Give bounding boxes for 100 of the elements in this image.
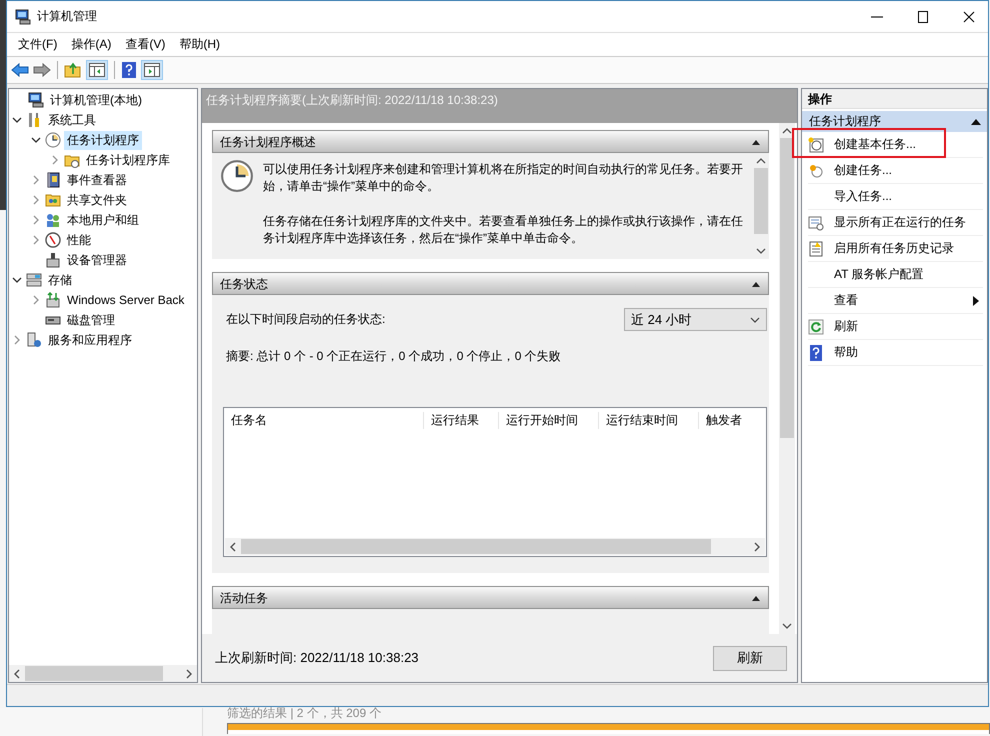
folder-up-icon[interactable] bbox=[64, 62, 82, 78]
description-text: 可以使用任务计划程序来创建和管理计算机将在所指定的时间自动执行的常见任务。若要开始，请单击“操作”菜单中的命令。 bbox=[263, 161, 743, 195]
expand-chevron-icon[interactable] bbox=[31, 215, 41, 225]
help-icon[interactable] bbox=[121, 61, 137, 79]
device-icon bbox=[45, 252, 61, 268]
collapse-triangle-icon[interactable] bbox=[752, 282, 760, 287]
action-link[interactable]: 刷新 bbox=[834, 318, 858, 335]
action-link[interactable]: 创建任务... bbox=[834, 162, 892, 179]
tree-item[interactable]: 系统工具 bbox=[45, 110, 99, 130]
expand-chevron-icon[interactable] bbox=[31, 295, 41, 305]
close-icon[interactable] bbox=[962, 10, 976, 24]
expand-chevron-icon[interactable] bbox=[31, 235, 41, 245]
scroll-right-icon[interactable] bbox=[185, 668, 193, 678]
scroll-down-icon[interactable] bbox=[782, 622, 792, 630]
collapse-triangle-icon[interactable] bbox=[971, 118, 981, 124]
expand-chevron-icon[interactable] bbox=[50, 155, 60, 165]
maximize-icon[interactable] bbox=[916, 10, 930, 24]
tree-item[interactable]: 本地用户和组 bbox=[64, 210, 142, 230]
refresh-icon bbox=[808, 318, 824, 334]
menu-item[interactable]: 文件(F) bbox=[11, 36, 64, 53]
backup-icon bbox=[45, 292, 61, 308]
description-text: 任务存储在任务计划程序库的文件夹中。若要查看单独任务上的操作或执行该操作，请在任务计划程序库中选择该任务，然后在“操作”菜单中单击命令。 bbox=[263, 213, 743, 247]
scroll-left-icon[interactable] bbox=[13, 668, 21, 678]
collapse-triangle-icon[interactable] bbox=[752, 596, 760, 601]
period-dropdown[interactable]: 近 24 小时 bbox=[624, 308, 767, 331]
server-gear-icon bbox=[26, 332, 42, 348]
scroll-up-icon[interactable] bbox=[782, 127, 792, 135]
scroll-left-icon[interactable] bbox=[229, 542, 237, 552]
action-link[interactable]: 导入任务... bbox=[834, 188, 892, 205]
scroll-up-icon[interactable] bbox=[756, 157, 766, 165]
tree-item[interactable]: 服务和应用程序 bbox=[45, 330, 135, 350]
tree-item[interactable]: 共享文件夹 bbox=[64, 190, 130, 210]
list-icon bbox=[808, 214, 824, 230]
tree-item[interactable]: Windows Server Back bbox=[64, 292, 188, 308]
column-header[interactable]: 运行结束时间 bbox=[599, 412, 699, 429]
action-link[interactable]: 启用所有任务历史记录 bbox=[834, 240, 954, 257]
tree-item[interactable]: 事件查看器 bbox=[64, 170, 130, 190]
summary-text: 摘要: 总计 0 个 - 0 个正在运行，0 个成功，0 个停止，0 个失败 bbox=[226, 348, 562, 365]
expand-chevron-icon[interactable] bbox=[31, 195, 41, 205]
show-hide-action-pane-button[interactable] bbox=[141, 60, 163, 80]
log-icon bbox=[808, 240, 824, 256]
refresh-button[interactable]: 刷新 bbox=[713, 646, 787, 670]
back-arrow-icon[interactable] bbox=[11, 62, 29, 78]
forward-arrow-icon[interactable] bbox=[33, 62, 51, 78]
expand-chevron-icon[interactable] bbox=[12, 335, 22, 345]
show-hide-tree-button[interactable] bbox=[86, 60, 108, 80]
shared-folder-icon bbox=[45, 192, 61, 208]
menu-item[interactable]: 帮助(H) bbox=[172, 36, 227, 53]
filter-result-text: 筛选的结果 | 2 个，共 209 个 bbox=[227, 707, 382, 719]
submenu-arrow-icon bbox=[973, 296, 979, 306]
action-link[interactable]: 帮助 bbox=[834, 344, 858, 361]
period-label: 在以下时间段启动的任务状态: bbox=[226, 311, 386, 328]
computer-icon bbox=[15, 8, 31, 24]
users-icon bbox=[45, 212, 61, 228]
tree-item[interactable]: 设备管理器 bbox=[64, 250, 130, 270]
window-title: 计算机管理 bbox=[37, 8, 97, 25]
tree-item[interactable]: 任务计划程序 bbox=[64, 130, 142, 150]
clock-icon bbox=[45, 132, 61, 148]
actions-group-header[interactable]: 任务计划程序 bbox=[802, 111, 987, 132]
clock-icon bbox=[808, 162, 824, 178]
section-header[interactable]: 任务状态 bbox=[212, 272, 769, 295]
column-header[interactable]: 触发者 bbox=[699, 412, 742, 429]
horizontal-scrollbar[interactable] bbox=[225, 538, 765, 555]
dropdown-chevron-icon bbox=[750, 316, 760, 322]
help-icon bbox=[808, 344, 824, 360]
action-link[interactable]: 显示所有正在运行的任务 bbox=[834, 214, 966, 231]
column-header[interactable]: 运行结果 bbox=[424, 412, 499, 429]
collapse-triangle-icon[interactable] bbox=[752, 140, 760, 145]
vertical-scrollbar[interactable] bbox=[779, 123, 795, 634]
column-header[interactable]: 运行开始时间 bbox=[499, 412, 599, 429]
collapse-chevron-icon[interactable] bbox=[12, 115, 22, 125]
action-link[interactable]: 创建基本任务... bbox=[834, 136, 916, 153]
section-header[interactable]: 活动任务 bbox=[212, 586, 769, 609]
section-header[interactable]: 任务计划程序概述 bbox=[212, 130, 769, 153]
tree-item[interactable]: 存储 bbox=[45, 270, 75, 290]
tree-item[interactable]: 计算机管理(本地) bbox=[47, 90, 145, 110]
action-link[interactable]: AT 服务帐户配置 bbox=[834, 266, 924, 283]
expand-chevron-icon[interactable] bbox=[31, 175, 41, 185]
collapse-chevron-icon[interactable] bbox=[31, 135, 41, 145]
storage-icon bbox=[26, 272, 42, 288]
book-icon bbox=[45, 172, 61, 188]
actions-title: 操作 bbox=[802, 89, 987, 109]
menu-item[interactable]: 查看(V) bbox=[118, 36, 172, 53]
tree-item[interactable]: 性能 bbox=[64, 230, 94, 250]
clock-icon bbox=[808, 136, 824, 152]
horizontal-scrollbar[interactable] bbox=[9, 665, 197, 682]
computer-icon bbox=[28, 92, 44, 108]
scroll-down-icon[interactable] bbox=[756, 247, 766, 255]
summary-title: 任务计划程序摘要(上次刷新时间: 2022/11/18 10:38:23) bbox=[206, 93, 498, 107]
action-link[interactable]: 查看 bbox=[834, 292, 858, 309]
last-refresh-text: 上次刷新时间: 2022/11/18 10:38:23 bbox=[215, 649, 419, 667]
tree-item[interactable]: 任务计划程序库 bbox=[83, 150, 173, 170]
tree-item[interactable]: 磁盘管理 bbox=[64, 310, 118, 330]
collapse-chevron-icon[interactable] bbox=[12, 275, 22, 285]
menu-item[interactable]: 操作(A) bbox=[64, 36, 118, 53]
scroll-right-icon[interactable] bbox=[753, 542, 761, 552]
tools-icon bbox=[26, 112, 42, 128]
clock-icon bbox=[220, 159, 254, 193]
column-header[interactable]: 任务名 bbox=[224, 412, 424, 429]
gauge-icon bbox=[45, 232, 61, 248]
